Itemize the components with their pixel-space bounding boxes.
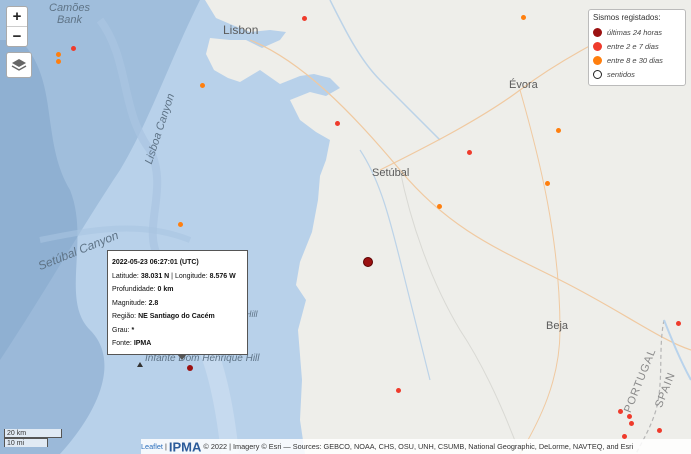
quake-marker[interactable] bbox=[396, 388, 401, 393]
legend-swatch bbox=[593, 69, 602, 79]
legend-swatch bbox=[593, 41, 602, 51]
legend-item: sentidos bbox=[593, 67, 681, 81]
quake-marker-selected[interactable] bbox=[363, 257, 373, 267]
attribution: Leaflet | IPMA © 2022 | Imagery © Esri —… bbox=[141, 439, 691, 454]
popup-magnitude: Magnitude: 2.8 bbox=[112, 299, 159, 307]
label-lisbon: Lisbon bbox=[223, 23, 259, 37]
label-evora: Évora bbox=[509, 79, 538, 91]
quake-marker[interactable] bbox=[676, 321, 681, 326]
quake-marker[interactable] bbox=[618, 409, 623, 414]
legend-item: entre 8 e 30 dias bbox=[593, 53, 681, 67]
zoom-in-button[interactable]: + bbox=[7, 7, 27, 26]
layers-icon bbox=[11, 59, 27, 71]
popup-coordinates: Latitude: 38.031 N | Longitude: 8.576 W bbox=[112, 272, 236, 280]
quake-marker[interactable] bbox=[200, 83, 205, 88]
legend-swatch bbox=[593, 27, 602, 37]
layers-button[interactable] bbox=[6, 52, 32, 78]
map[interactable]: Camões Bank Lisbon Lisboa Canyon Setúbal… bbox=[0, 0, 691, 454]
popup-tip bbox=[177, 353, 187, 360]
quake-marker[interactable] bbox=[545, 181, 550, 186]
popup-grau: Grau: * bbox=[112, 326, 135, 334]
legend-item: últimas 24 horas bbox=[593, 25, 681, 39]
quake-marker[interactable] bbox=[302, 16, 307, 21]
quake-marker[interactable] bbox=[629, 421, 634, 426]
scale-mi: 10 mi bbox=[4, 438, 48, 447]
attribution-text: © 2022 | Imagery © Esri — Sources: GEBCO… bbox=[203, 442, 634, 451]
label-camoes-bank: Camões Bank bbox=[49, 2, 90, 26]
label-beja: Beja bbox=[546, 320, 569, 332]
legend-label: entre 8 e 30 dias bbox=[607, 55, 663, 65]
legend-title: Sismos registados: bbox=[593, 13, 661, 22]
quake-marker[interactable] bbox=[178, 222, 183, 227]
zoom-control: + − bbox=[6, 6, 28, 47]
quake-marker[interactable] bbox=[521, 15, 526, 20]
legend-label: sentidos bbox=[607, 69, 635, 79]
quake-marker[interactable] bbox=[657, 428, 662, 433]
quake-marker[interactable] bbox=[56, 59, 61, 64]
zoom-out-button[interactable]: − bbox=[7, 26, 27, 46]
scale-bar: 20 km 10 mi bbox=[4, 429, 62, 447]
popup-region: Região: NE Santiago do Cacém bbox=[112, 313, 215, 320]
popup-depth: Profundidade: 0 km bbox=[112, 286, 174, 293]
legend-item: entre 2 e 7 dias bbox=[593, 39, 681, 53]
legend-label: últimas 24 horas bbox=[607, 27, 663, 37]
leaflet-link[interactable]: Leaflet bbox=[141, 442, 163, 451]
earthquake-popup: 2022-05-23 06:27:01 (UTC) Latitude: 38.0… bbox=[107, 250, 248, 360]
quake-marker[interactable] bbox=[335, 121, 340, 126]
scale-km: 20 km bbox=[4, 429, 62, 438]
label-setubal: Setúbal bbox=[372, 167, 410, 179]
quake-marker[interactable] bbox=[556, 128, 561, 133]
legend: Sismos registados: últimas 24 horas entr… bbox=[588, 9, 686, 86]
quake-marker[interactable] bbox=[627, 414, 632, 419]
label-infante-dom-henrique-hill: Infante Dom Henrique Hill bbox=[145, 353, 260, 364]
legend-label: entre 2 e 7 dias bbox=[607, 41, 659, 51]
popup-datetime: 2022-05-23 06:27:01 (UTC) bbox=[112, 259, 199, 266]
ipma-logo: IPMA bbox=[168, 439, 202, 454]
quake-marker[interactable] bbox=[71, 46, 76, 51]
quake-marker[interactable] bbox=[467, 150, 472, 155]
quake-marker[interactable] bbox=[187, 365, 193, 371]
quake-marker[interactable] bbox=[56, 52, 61, 57]
popup-source: Fonte: IPMA bbox=[112, 340, 152, 347]
quake-marker[interactable] bbox=[437, 204, 442, 209]
legend-swatch bbox=[593, 55, 602, 65]
